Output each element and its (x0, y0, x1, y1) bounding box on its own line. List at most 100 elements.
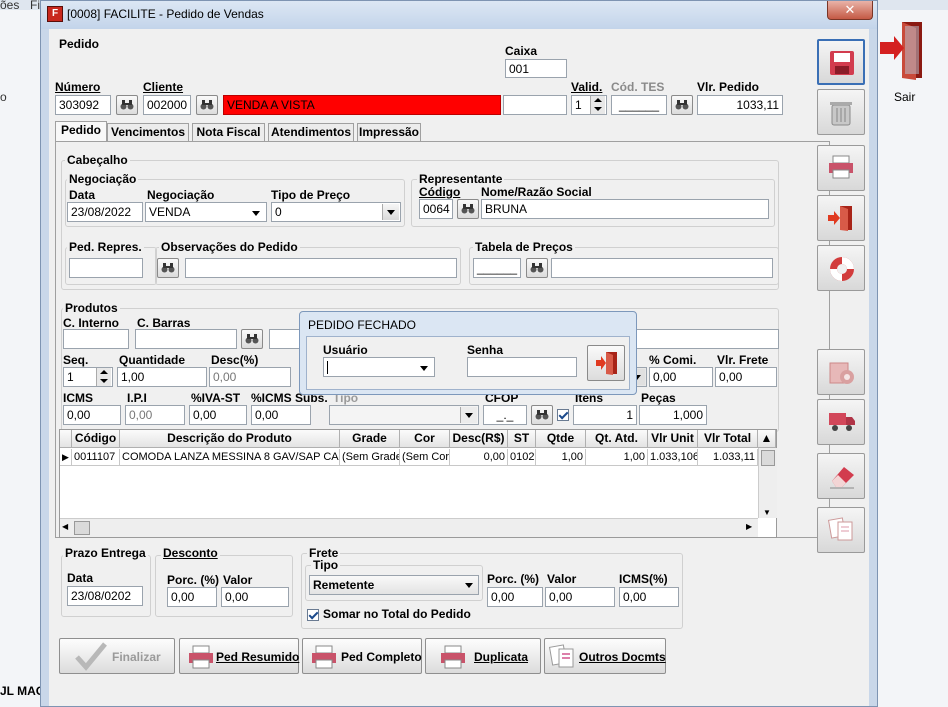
table-cell[interactable]: COMODA LANZA MESSINA 8 GAV/SAP CAI (120, 449, 340, 466)
icms-subs-field[interactable]: 0,00 (251, 405, 311, 425)
scroll-right-arrow[interactable]: ▶ (746, 522, 752, 531)
c-interno-field[interactable] (63, 329, 129, 349)
help-button[interactable] (817, 245, 865, 291)
pecas-field[interactable]: 1,000 (639, 405, 707, 425)
cliente-name-field[interactable]: VENDA A VISTA (223, 95, 501, 115)
scroll-down-arrow[interactable]: ▼ (763, 508, 771, 517)
hscroll-thumb[interactable] (74, 521, 90, 535)
seq-spinner[interactable] (96, 368, 111, 386)
search-tabela-precos-button[interactable] (526, 258, 548, 278)
cliente-code-field[interactable]: 002000 (143, 95, 191, 115)
table-cell[interactable]: 1.033,106 (648, 449, 698, 466)
delivery-button[interactable] (817, 399, 865, 445)
numero-field[interactable]: 303092 (55, 95, 111, 115)
tab-atendimentos[interactable]: Atendimentos (268, 123, 354, 141)
ped-resumido-button[interactable]: Ped Resumido (179, 638, 299, 674)
horizontal-scrollbar[interactable]: ◀ ▶ (60, 518, 758, 537)
frete-icms-field[interactable]: 0,00 (619, 587, 679, 607)
scroll-up-arrow[interactable]: ▲ (758, 430, 776, 448)
search-produto-button[interactable] (241, 329, 263, 349)
close-button[interactable]: ✕ (827, 1, 873, 20)
vlr-pedido-field[interactable]: 1033,11 (697, 95, 783, 115)
duplicata-button[interactable]: Duplicata (425, 638, 541, 674)
items-table[interactable]: Código Descrição do Produto Grade Cor De… (59, 429, 777, 538)
icms-field[interactable]: 0,00 (63, 405, 121, 425)
exit-button[interactable] (817, 195, 865, 241)
somar-total-checkbox[interactable] (307, 609, 319, 621)
quantidade-field[interactable]: 1,00 (117, 367, 207, 387)
observacoes-field[interactable] (185, 258, 457, 278)
vlr-frete-field[interactable]: 0,00 (715, 367, 777, 387)
outros-docs-button[interactable]: Outros Docmts (544, 638, 666, 674)
nome-field[interactable]: BRUNA (481, 199, 769, 219)
tipo-select[interactable] (329, 405, 479, 425)
search-numero-button[interactable] (116, 95, 138, 115)
desktop-exit-button[interactable]: Sair (880, 18, 930, 104)
caixa-field[interactable]: 001 (505, 59, 567, 78)
negociacao-select[interactable]: VENDA (145, 202, 267, 222)
table-cell[interactable]: 0,00 (450, 449, 508, 466)
table-cell[interactable]: 0102 (508, 449, 536, 466)
column-header[interactable]: Cor (400, 430, 450, 448)
column-header[interactable]: Descrição do Produto (120, 430, 340, 448)
table-cell[interactable]: 0011107 (72, 449, 120, 466)
delete-button[interactable] (817, 89, 865, 135)
table-cell[interactable]: 1,00 (586, 449, 648, 466)
cliente-extra-field[interactable] (503, 95, 567, 115)
documents-button[interactable] (817, 507, 865, 553)
cfop-field[interactable]: _._ (483, 405, 527, 425)
cod-tes-field[interactable]: ______ (611, 95, 667, 115)
desc-field[interactable]: 0,00 (209, 367, 291, 387)
desconto-valor-field[interactable]: 0,00 (221, 587, 289, 607)
c-barras-field[interactable] (135, 329, 237, 349)
scroll-thumb[interactable] (761, 450, 775, 466)
ipi-field[interactable]: 0,00 (125, 405, 185, 425)
vertical-scrollbar[interactable]: ▼ (758, 448, 777, 518)
column-header[interactable]: Qt. Atd. (586, 430, 648, 448)
popup-confirm-button[interactable] (587, 345, 625, 381)
save-button[interactable] (817, 39, 865, 85)
senha-field[interactable] (467, 357, 577, 377)
tabela-precos-field[interactable]: ______ (473, 258, 521, 278)
tabela-precos-name-field[interactable] (551, 258, 773, 278)
scroll-left-arrow[interactable]: ◀ (62, 522, 68, 531)
column-header[interactable]: Qtde (536, 430, 586, 448)
tipo-preco-select[interactable]: 0 (271, 202, 401, 222)
codigo-field[interactable]: 0064 (419, 199, 453, 219)
column-header[interactable]: ST (508, 430, 536, 448)
chevron-down-icon[interactable] (382, 204, 399, 220)
table-cell[interactable]: 1,00 (536, 449, 586, 466)
finalizar-button[interactable]: Finalizar (59, 638, 175, 674)
prazo-data-field[interactable]: 23/08/0202 (67, 586, 143, 606)
tab-pedido[interactable]: Pedido (55, 121, 107, 142)
frete-tipo-select[interactable]: Remetente (309, 575, 479, 595)
settings-button[interactable] (817, 349, 865, 395)
itens-field[interactable]: 1 (573, 405, 637, 425)
column-header[interactable]: Desc(R$) (450, 430, 508, 448)
print-button[interactable] (817, 145, 865, 191)
frete-porc-field[interactable]: 0,00 (487, 587, 543, 607)
search-tes-button[interactable] (671, 95, 693, 115)
column-header[interactable]: Código (72, 430, 120, 448)
table-cell[interactable]: (Sem Grade (340, 449, 400, 466)
table-cell[interactable]: 1.033,11 (698, 449, 758, 466)
valid-spinner[interactable] (590, 96, 605, 114)
column-header[interactable]: Vlr Unit (648, 430, 698, 448)
cfop-checkbox[interactable] (557, 409, 569, 421)
usuario-select[interactable] (323, 357, 435, 377)
ped-completo-button[interactable]: Ped Completo (302, 638, 422, 674)
data-field[interactable]: 23/08/2022 (67, 202, 143, 222)
search-observacoes-button[interactable] (157, 258, 179, 278)
iva-st-field[interactable]: 0,00 (189, 405, 247, 425)
search-cfop-button[interactable] (531, 405, 553, 425)
desconto-porc-field[interactable]: 0,00 (167, 587, 217, 607)
seq-field[interactable]: 1 (63, 367, 113, 387)
eraser-button[interactable] (817, 453, 865, 499)
frete-valor-field[interactable]: 0,00 (545, 587, 615, 607)
ped-repres-field[interactable] (69, 258, 143, 278)
tab-nota-fiscal[interactable]: Nota Fiscal (192, 123, 265, 141)
tab-vencimentos[interactable]: Vencimentos (107, 123, 189, 141)
tab-impressao[interactable]: Impressão (357, 123, 421, 141)
search-cliente-button[interactable] (196, 95, 218, 115)
table-cell[interactable]: (Sem Cor) (400, 449, 450, 466)
